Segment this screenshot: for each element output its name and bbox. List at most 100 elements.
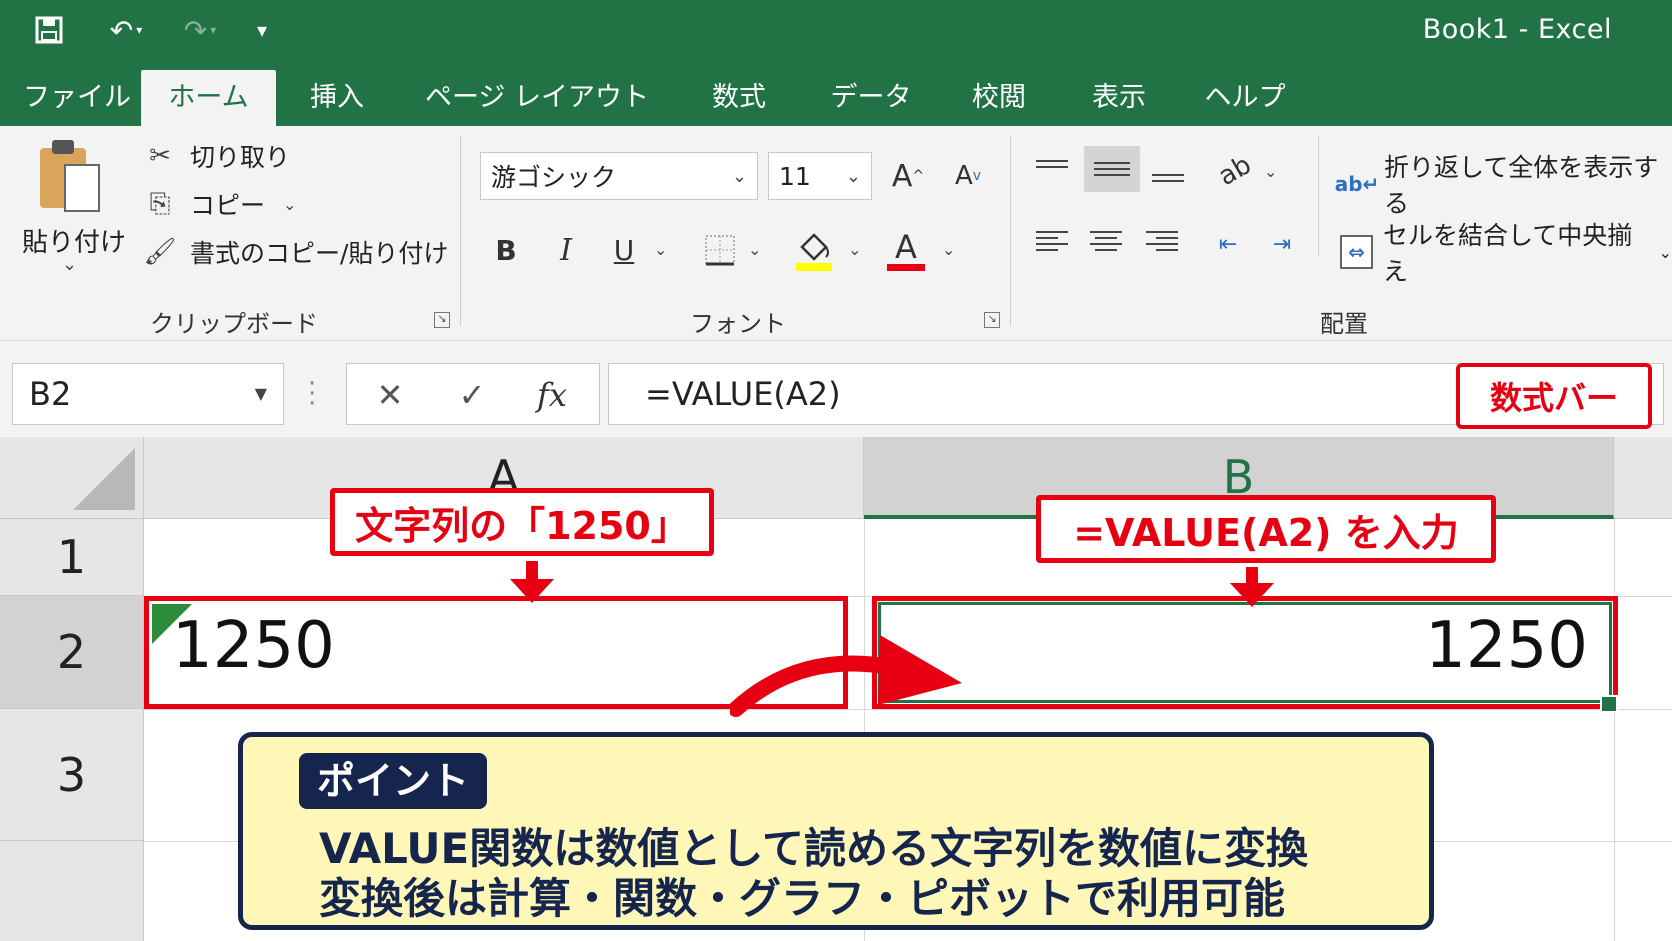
label-b-callout: =VALUE(A2) を入力 xyxy=(1036,495,1496,563)
select-all-corner[interactable] xyxy=(0,437,144,519)
drag-handle-icon[interactable]: · · · xyxy=(308,371,316,417)
redo-icon[interactable]: ↷ ▾ xyxy=(172,10,228,50)
tab-home[interactable]: ホーム xyxy=(141,70,276,126)
shrink-font-button[interactable]: Av xyxy=(946,152,990,200)
copy-button[interactable]: ⎘ コピー ⌄ xyxy=(142,186,297,222)
decrease-indent-icon[interactable]: ⇤ xyxy=(1208,226,1248,262)
bold-button[interactable]: B xyxy=(486,226,526,274)
formula-bar-callout: 数式バー xyxy=(1456,363,1652,429)
underline-button[interactable]: U xyxy=(604,226,644,274)
copy-label: コピー xyxy=(190,191,266,220)
insert-function-icon[interactable]: fx xyxy=(527,370,577,420)
arrow-down-icon xyxy=(1230,583,1274,607)
copy-icon: ⎘ xyxy=(149,188,171,219)
cancel-icon[interactable]: ✕ xyxy=(365,370,415,420)
ribbon: 貼り付け ⌄ ✂ 切り取り ⎘ コピー ⌄ 🖌 書式のコピー/貼り付け クリップ… xyxy=(0,126,1672,341)
grow-font-button[interactable]: A ^ xyxy=(886,152,930,200)
paste-dropdown-icon[interactable]: ⌄ xyxy=(62,254,77,275)
chevron-down-icon[interactable]: ▼ xyxy=(255,364,267,424)
group-divider xyxy=(1010,136,1011,326)
format-painter-button[interactable]: 🖌 書式のコピー/貼り付け xyxy=(142,234,448,270)
ribbon-tabs: ファイル ホーム 挿入 ページ レイアウト 数式 データ 校閲 表示 ヘルプ xyxy=(0,60,1672,126)
tab-review[interactable]: 校閲 xyxy=(960,70,1038,126)
font-size-value: 11 xyxy=(779,161,811,191)
alignment-group-label: 配置 xyxy=(1320,310,1368,338)
point-tag: ポイント xyxy=(299,753,488,809)
merge-center-button[interactable]: ⇔ セルを結合して中央揃え ⌄ xyxy=(1340,216,1672,288)
chevron-down-icon: ⌄ xyxy=(731,166,747,187)
group-divider xyxy=(460,136,461,326)
fill-color-dropdown-icon[interactable]: ⌄ xyxy=(848,240,861,259)
font-color-icon: A xyxy=(895,227,917,266)
chevron-down-icon[interactable]: ⌄ xyxy=(1659,243,1672,262)
undo-icon[interactable]: ↶ ▾ xyxy=(98,10,154,50)
font-name-select[interactable]: 游ゴシック ⌄ xyxy=(480,152,758,200)
brush-icon: 🖌 xyxy=(143,237,177,267)
tab-formulas[interactable]: 数式 xyxy=(700,70,778,126)
cut-button[interactable]: ✂ 切り取り xyxy=(142,138,290,174)
clipboard-launcher-icon[interactable]: ↘ xyxy=(434,312,450,328)
align-top-icon[interactable] xyxy=(1036,152,1072,182)
wrap-text-button[interactable]: ab↵ 折り返して全体を表示する xyxy=(1334,148,1672,220)
chevron-down-icon[interactable]: ⌄ xyxy=(283,195,296,214)
increase-indent-icon[interactable]: ⇥ xyxy=(1262,226,1302,262)
align-middle-icon[interactable] xyxy=(1084,146,1140,192)
name-box-value: B2 xyxy=(29,375,72,413)
orientation-dropdown-icon[interactable]: ⌄ xyxy=(1264,162,1277,181)
font-launcher-icon[interactable]: ↘ xyxy=(984,312,1000,328)
point-callout: ポイント VALUE関数は数値として読める文字列を数値に変換 変換後は計算・関数… xyxy=(238,732,1434,930)
row-header-4[interactable] xyxy=(0,841,144,941)
formula-bar: B2 ▼ · · · ✕ ✓ fx =VALUE(A2) 数式バー xyxy=(0,341,1672,437)
merge-cells-icon: ⇔ xyxy=(1340,235,1374,269)
column-header-c[interactable] xyxy=(1614,437,1672,519)
font-name-value: 游ゴシック xyxy=(491,163,617,192)
clipboard-group-label: クリップボード xyxy=(150,310,318,338)
format-painter-label: 書式のコピー/貼り付け xyxy=(190,239,449,268)
font-group-label: フォント xyxy=(690,310,786,338)
font-size-select[interactable]: 11 ⌄ xyxy=(768,152,872,200)
tab-help[interactable]: ヘルプ xyxy=(1204,70,1286,126)
save-icon[interactable] xyxy=(26,10,72,50)
curved-arrow-icon xyxy=(730,635,962,717)
font-color-button[interactable]: A xyxy=(884,226,928,274)
font-color-dropdown-icon[interactable]: ⌄ xyxy=(942,240,955,259)
name-box[interactable]: B2 ▼ xyxy=(12,363,284,425)
align-bottom-icon[interactable] xyxy=(1152,160,1188,190)
orientation-icon[interactable]: ab xyxy=(1206,142,1263,199)
paste-icon[interactable] xyxy=(40,138,106,216)
borders-dropdown-icon[interactable]: ⌄ xyxy=(748,240,761,259)
cut-label: 切り取り xyxy=(190,143,291,172)
cell-a2[interactable]: 1250 xyxy=(172,609,335,683)
enter-icon[interactable]: ✓ xyxy=(447,370,497,420)
fill-color-icon[interactable] xyxy=(792,226,836,274)
italic-button[interactable]: I xyxy=(546,226,586,274)
borders-icon[interactable] xyxy=(700,230,740,270)
cell-b2[interactable]: 1250 xyxy=(1420,609,1588,683)
row-header-1[interactable]: 1 xyxy=(0,519,144,596)
wrap-text-icon: ab↵ xyxy=(1334,172,1380,196)
arrow-down-icon xyxy=(510,579,554,603)
scissors-icon: ✂ xyxy=(149,141,171,171)
title-bar: ↶ ▾ ↷ ▾ ▾ Book1 - Excel xyxy=(0,0,1672,60)
tab-data[interactable]: データ xyxy=(826,70,916,126)
row-header-3[interactable]: 3 xyxy=(0,709,144,841)
column-gridline xyxy=(1614,519,1615,941)
fill-handle[interactable] xyxy=(1600,695,1618,713)
tab-view[interactable]: 表示 xyxy=(1080,70,1158,126)
tab-insert[interactable]: 挿入 xyxy=(296,70,378,126)
wrap-text-label: 折り返して全体を表示する xyxy=(1384,153,1659,218)
chevron-down-icon: ⌄ xyxy=(845,166,861,187)
align-center-icon[interactable] xyxy=(1090,226,1126,256)
underline-dropdown-icon[interactable]: ⌄ xyxy=(654,240,667,259)
row-header-2[interactable]: 2 xyxy=(0,596,144,709)
align-right-icon[interactable] xyxy=(1146,226,1182,256)
arrow-a-stem xyxy=(526,561,538,581)
tab-page-layout[interactable]: ページ レイアウト xyxy=(424,70,650,126)
window-title: Book1 - Excel xyxy=(1422,14,1612,45)
merge-center-label: セルを結合して中央揃え xyxy=(1383,221,1633,286)
point-line-2: 変換後は計算・関数・グラフ・ピボットで利用可能 xyxy=(319,874,1286,923)
align-left-icon[interactable] xyxy=(1036,226,1072,256)
formula-buttons: ✕ ✓ fx xyxy=(346,363,600,425)
customize-toolbar-icon[interactable]: ▾ xyxy=(246,10,278,50)
tab-file[interactable]: ファイル xyxy=(22,70,132,126)
